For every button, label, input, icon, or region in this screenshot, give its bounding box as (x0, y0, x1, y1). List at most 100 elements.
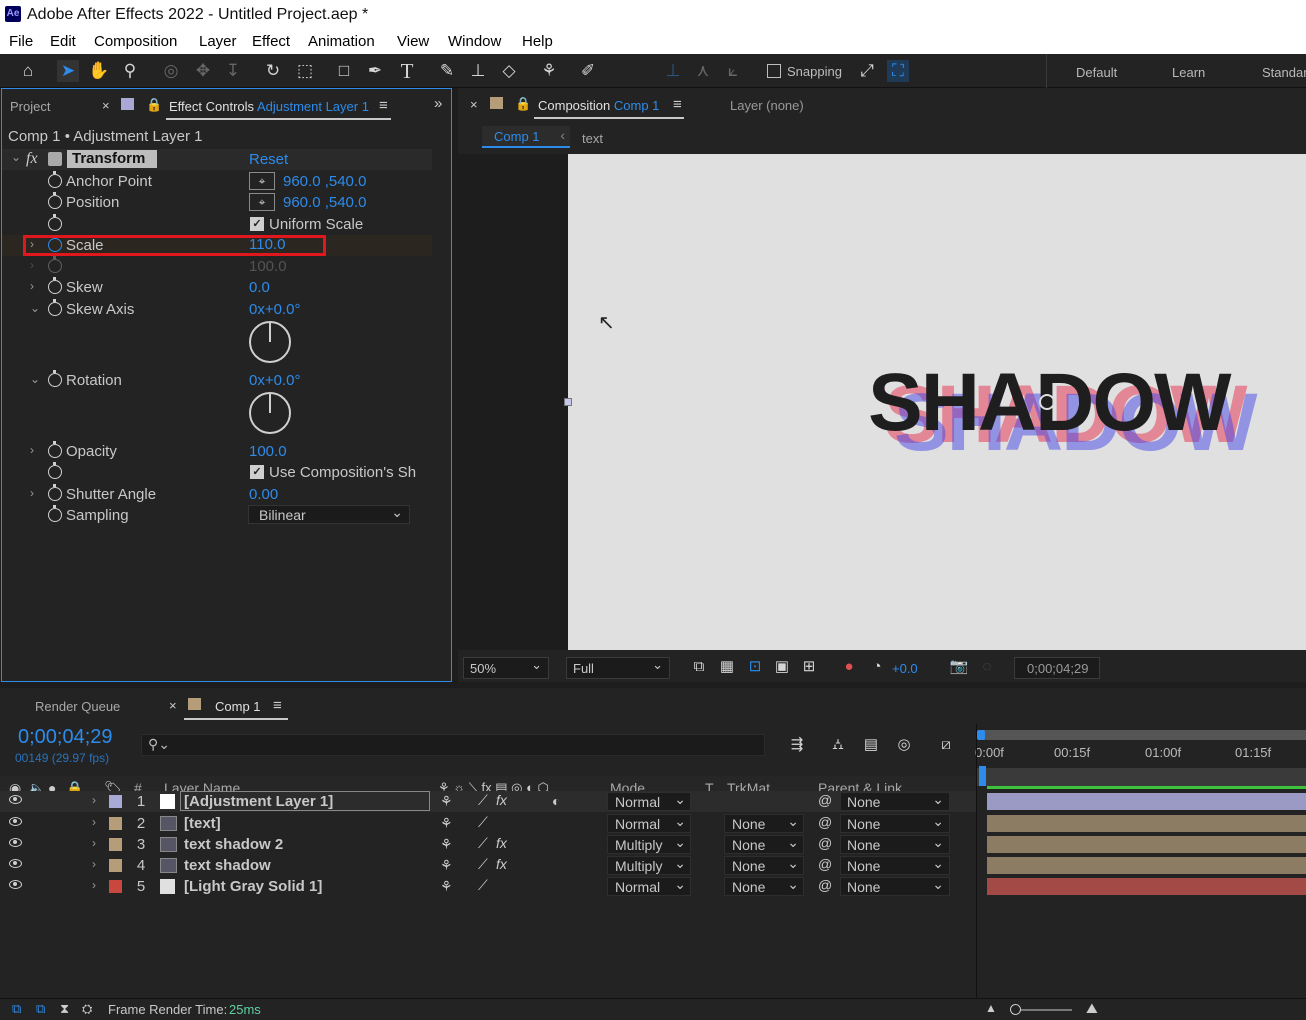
breadcrumb-layer[interactable]: text (582, 131, 603, 146)
draft-3d-icon[interactable]: ⛼ (827, 734, 849, 756)
use-comp-shutter-checkbox[interactable]: ✓ (250, 465, 264, 479)
chevron-right-icon[interactable]: › (92, 793, 96, 807)
menu-help[interactable]: Help (522, 33, 553, 50)
snapshot-icon[interactable]: 📷 (948, 656, 970, 678)
fx-toggle-icon[interactable]: fx (496, 792, 507, 808)
workspace-standard[interactable]: Standar (1262, 65, 1306, 80)
axis-world-icon[interactable]: ⋏ (692, 60, 714, 82)
stopwatch-icon[interactable] (48, 441, 62, 458)
close-tab-icon[interactable]: × (169, 698, 177, 713)
tab-layer[interactable]: Layer (none) (730, 98, 804, 113)
chevron-down-icon[interactable]: ⌄ (30, 372, 40, 386)
menu-view[interactable]: View (397, 33, 429, 50)
workspace-learn[interactable]: Learn (1172, 65, 1205, 80)
work-area-bar[interactable] (978, 730, 1306, 740)
trkmat-dropdown[interactable]: None (724, 813, 804, 833)
type-tool-icon[interactable]: T (396, 60, 418, 82)
parent-dropdown[interactable]: None (840, 791, 950, 811)
label-color-swatch[interactable] (109, 795, 122, 808)
pen-tool-icon[interactable]: ✒ (364, 60, 386, 82)
zoom-out-icon[interactable]: ▲ (985, 1001, 997, 1015)
pick-whip-icon[interactable]: @ (818, 792, 832, 808)
parent-dropdown[interactable]: None (840, 834, 950, 854)
parent-dropdown[interactable]: None (840, 813, 950, 833)
shy-icon[interactable]: ⚘ (440, 836, 453, 853)
snapping-checkbox[interactable] (767, 64, 781, 78)
layer-row[interactable]: › 2 [text] ⚘ ⟋ Normal None @ None (0, 813, 976, 834)
snap-options-icon[interactable]: ⤢ (856, 60, 878, 82)
eye-icon[interactable] (9, 859, 22, 868)
dolly-camera-icon[interactable]: ↧ (222, 60, 244, 82)
motion-blur-icon[interactable]: ◎ (893, 734, 915, 756)
close-tab-icon[interactable]: × (102, 98, 110, 113)
menu-animation[interactable]: Animation (308, 33, 375, 50)
rotation-tool-icon[interactable]: ↻ (262, 60, 284, 82)
tab-comp[interactable]: Comp 1 (215, 699, 261, 714)
eye-icon[interactable] (9, 817, 22, 826)
chevron-down-icon[interactable]: ⌄ (11, 150, 21, 164)
label-color-swatch[interactable] (109, 880, 122, 893)
stopwatch-icon[interactable] (48, 484, 62, 501)
mode-dropdown[interactable]: Normal (607, 813, 691, 833)
frame-blending-icon[interactable]: ▤ (860, 734, 882, 756)
selection-tool-icon[interactable]: ➤ (57, 60, 79, 82)
mode-dropdown[interactable]: Multiply (607, 855, 691, 875)
pick-whip-icon[interactable]: @ (818, 856, 832, 872)
sampling-dropdown[interactable]: Bilinear ⌄ (248, 504, 410, 524)
stopwatch-icon[interactable] (48, 299, 62, 316)
tab-render-queue[interactable]: Render Queue (35, 699, 120, 714)
lock-icon[interactable]: 🔒 (146, 97, 162, 113)
rectangle-tool-icon[interactable]: □ (333, 60, 355, 82)
tab-effect-controls[interactable]: Effect Controls Adjustment Layer 1 (169, 99, 369, 114)
stopwatch-icon[interactable] (48, 277, 62, 294)
reset-link[interactable]: Reset (249, 151, 288, 168)
composition-canvas[interactable]: SHADOW SHADOW SHADOW ↖ (568, 154, 1306, 650)
show-snapshot-icon[interactable]: ◌ (976, 656, 998, 678)
resolution-dropdown[interactable]: Full (566, 657, 670, 679)
axis-view-icon[interactable]: ⟀ (722, 60, 744, 82)
breadcrumb-comp[interactable]: Comp 1 ‹ (482, 126, 570, 148)
pick-whip-icon[interactable]: @ (818, 814, 832, 830)
fx-icon[interactable]: fx (26, 150, 38, 168)
exposure-reset-icon[interactable]: ◔ (866, 656, 888, 678)
chevron-right-icon[interactable]: › (92, 857, 96, 871)
quality-icon[interactable]: ⟋ (478, 835, 488, 852)
transfer-controls-icon[interactable]: ⧉ (36, 1001, 45, 1017)
mask-path-icon[interactable]: ⊡ (744, 656, 766, 678)
panel-menu-icon[interactable]: ≡ (673, 96, 682, 113)
brush-tool-icon[interactable]: ✎ (436, 60, 458, 82)
label-color-swatch[interactable] (109, 859, 122, 872)
crosshair-icon[interactable]: ⌖ (249, 193, 275, 211)
layer-bar[interactable] (987, 878, 1306, 895)
menu-layer[interactable]: Layer (199, 33, 237, 50)
menu-composition[interactable]: Composition (94, 33, 177, 50)
shy-icon[interactable]: ⚘ (440, 793, 453, 810)
work-area-start-handle[interactable] (977, 730, 985, 740)
panel-menu-icon[interactable]: ≡ (379, 97, 388, 114)
mode-dropdown[interactable]: Normal (607, 791, 691, 811)
fx-toggle-icon[interactable]: fx (496, 856, 507, 872)
stopwatch-icon[interactable] (48, 192, 62, 209)
close-tab-icon[interactable]: × (470, 97, 478, 112)
pick-whip-icon[interactable]: @ (818, 877, 832, 893)
layer-bar[interactable] (987, 836, 1306, 853)
puppet-pin-icon[interactable]: ✐ (577, 60, 599, 82)
layer-row[interactable]: › 4 text shadow ⚘ ⟋ fx Multiply None @ N… (0, 855, 976, 876)
layer-search-input[interactable]: ⚲⌄ (141, 734, 765, 756)
roto-brush-icon[interactable]: ⚘ (538, 60, 560, 82)
panel-menu-icon[interactable]: ≡ (273, 697, 282, 714)
parent-dropdown[interactable]: None (840, 876, 950, 896)
zoom-slider-thumb[interactable] (1010, 1004, 1021, 1015)
menu-window[interactable]: Window (448, 33, 501, 50)
quality-icon[interactable]: ⟋ (478, 814, 488, 831)
pan-camera-icon[interactable]: ✥ (192, 60, 214, 82)
effect-name[interactable]: Transform (67, 150, 157, 168)
hand-tool-icon[interactable]: ✋ (88, 60, 110, 82)
zoom-dropdown[interactable]: 50% (463, 657, 549, 679)
layer-row[interactable]: › 3 text shadow 2 ⚘ ⟋ fx Multiply None @… (0, 834, 976, 855)
fx-toggle-icon[interactable]: fx (496, 835, 507, 851)
anchor-point-icon[interactable] (1039, 394, 1055, 410)
current-time-field[interactable]: 0;00;04;29 (1014, 657, 1100, 679)
position-value[interactable]: 960.0 ,540.0 (283, 194, 366, 211)
menu-effect[interactable]: Effect (252, 33, 290, 50)
